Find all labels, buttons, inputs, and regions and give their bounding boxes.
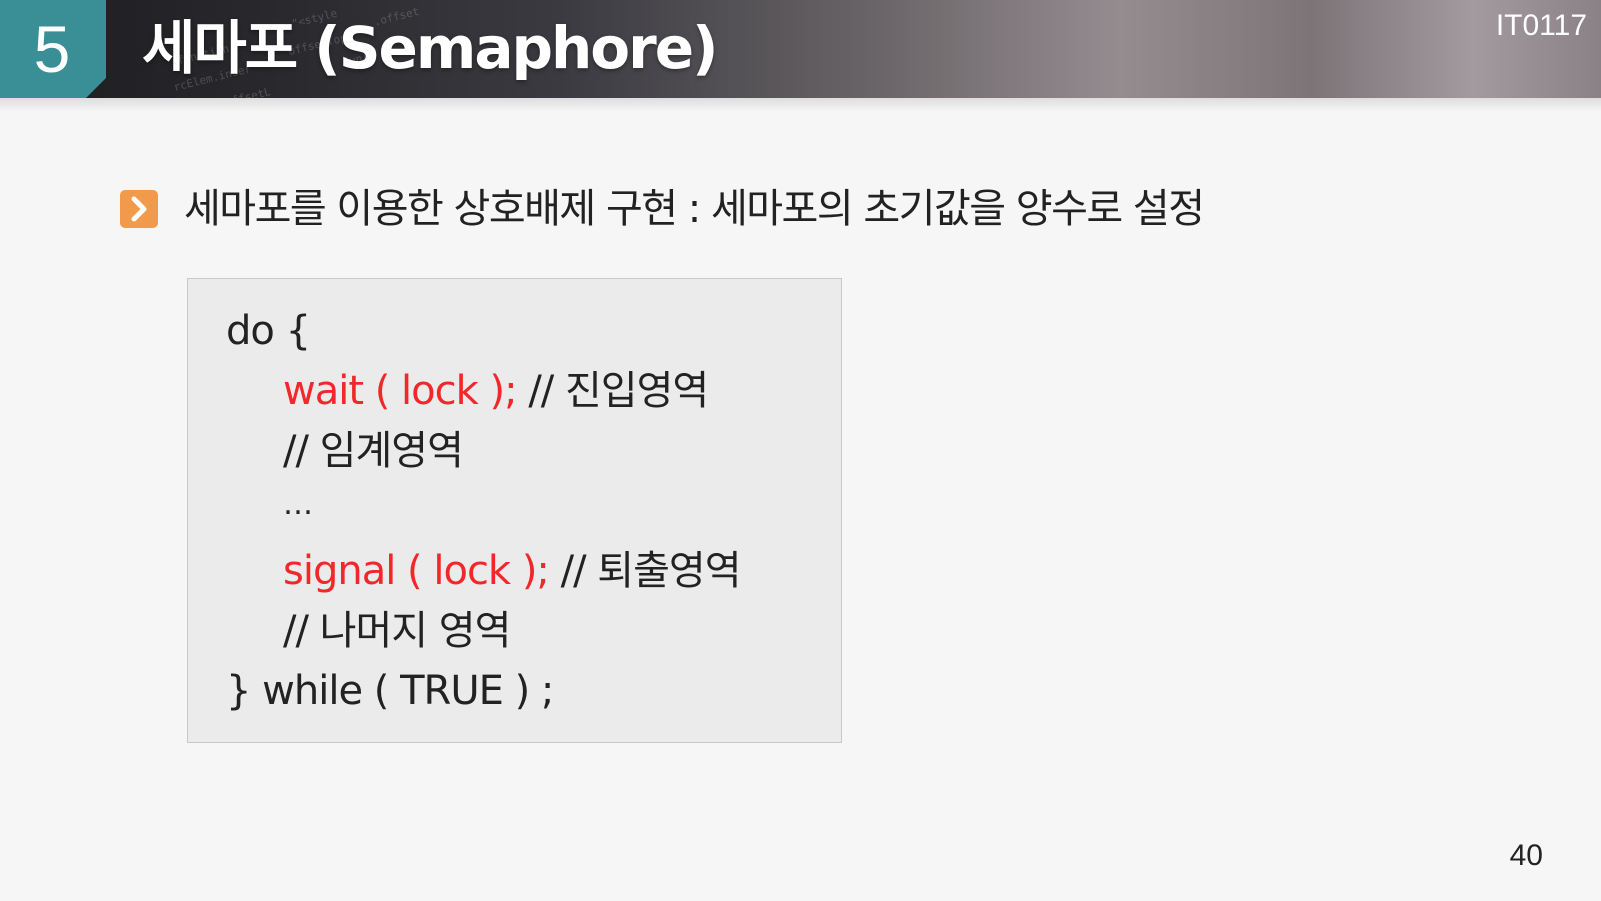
- exit-section-comment: // 퇴출영역: [548, 548, 742, 594]
- bullet-text: 세마포를 이용한 상호배제 구현 : 세마포의 초기값을 양수로 설정: [184, 186, 1205, 232]
- slide-header: function( "<style rcElem.inser offsetTop…: [0, 0, 1601, 98]
- remainder-section-comment: // 나머지 영역: [283, 608, 511, 654]
- entry-section-comment: // 진입영역: [516, 368, 709, 414]
- header-shadow: [0, 98, 1601, 112]
- code-line-do: do {: [226, 308, 311, 354]
- code-block: do { wait ( lock ); // 진입영역 // 임계영역 … si…: [187, 278, 842, 743]
- chevron-right-icon: [120, 190, 158, 228]
- page-number: 40: [1509, 839, 1543, 872]
- wait-statement: wait ( lock );: [283, 368, 518, 414]
- critical-section-comment: // 임계영역: [283, 428, 464, 474]
- signal-statement: signal ( lock );: [283, 548, 550, 594]
- slide-title: 세마포 (Semaphore): [142, 14, 719, 82]
- ellipsis: …: [283, 487, 313, 522]
- code-line-signal: signal ( lock ); // 퇴출영역: [283, 543, 741, 599]
- section-number: 5: [33, 12, 71, 86]
- code-line-while: } while ( TRUE ) ;: [226, 668, 554, 714]
- course-code: IT0117: [1495, 9, 1587, 42]
- code-line-wait: wait ( lock ); // 진입영역: [283, 363, 709, 419]
